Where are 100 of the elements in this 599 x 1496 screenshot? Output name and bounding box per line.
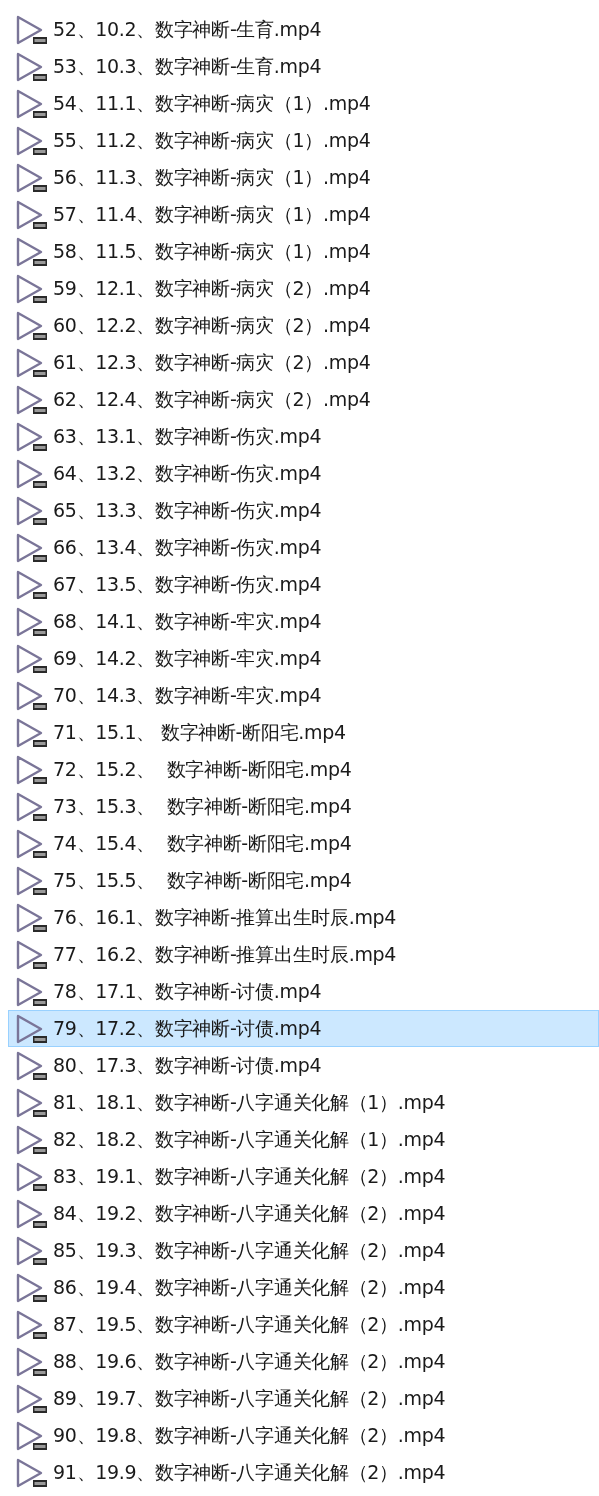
file-row[interactable]: 63、13.1、数字神断-伤灾.mp4 <box>8 418 599 455</box>
video-file-icon <box>15 1383 49 1414</box>
file-row[interactable]: 73、15.3、 数字神断-断阳宅.mp4 <box>8 788 599 825</box>
video-file-icon <box>15 1013 49 1044</box>
video-file-icon <box>15 939 49 970</box>
video-file-icon <box>15 1272 49 1303</box>
video-file-icon <box>15 976 49 1007</box>
file-row[interactable]: 87、19.5、数字神断-八字通关化解（2）.mp4 <box>8 1306 599 1343</box>
file-row[interactable]: 54、11.1、数字神断-病灾（1）.mp4 <box>8 85 599 122</box>
video-file-icon <box>15 384 49 415</box>
file-name: 82、18.2、数字神断-八字通关化解（1）.mp4 <box>53 1126 446 1152</box>
file-row[interactable]: 89、19.7、数字神断-八字通关化解（2）.mp4 <box>8 1380 599 1417</box>
video-file-icon <box>15 1346 49 1377</box>
video-file-icon <box>15 1087 49 1118</box>
video-file-icon <box>15 421 49 452</box>
file-name: 61、12.3、数字神断-病灾（2）.mp4 <box>53 349 371 375</box>
video-file-icon <box>15 1235 49 1266</box>
file-name: 52、10.2、数字神断-生育.mp4 <box>53 16 322 42</box>
file-row[interactable]: 86、19.4、数字神断-八字通关化解（2）.mp4 <box>8 1269 599 1306</box>
video-file-icon <box>15 162 49 193</box>
file-name: 56、11.3、数字神断-病灾（1）.mp4 <box>53 164 371 190</box>
file-row[interactable]: 78、17.1、数字神断-讨债.mp4 <box>8 973 599 1010</box>
file-name: 68、14.1、数字神断-牢灾.mp4 <box>53 608 322 634</box>
file-row[interactable]: 58、11.5、数字神断-病灾（1）.mp4 <box>8 233 599 270</box>
file-row[interactable]: 59、12.1、数字神断-病灾（2）.mp4 <box>8 270 599 307</box>
video-file-icon <box>15 51 49 82</box>
video-file-icon <box>15 1161 49 1192</box>
file-row[interactable]: 75、15.5、 数字神断-断阳宅.mp4 <box>8 862 599 899</box>
video-file-icon <box>15 310 49 341</box>
video-file-icon <box>15 199 49 230</box>
file-row[interactable]: 60、12.2、数字神断-病灾（2）.mp4 <box>8 307 599 344</box>
file-name: 76、16.1、数字神断-推算出生时辰.mp4 <box>53 904 397 930</box>
file-row[interactable]: 90、19.8、数字神断-八字通关化解（2）.mp4 <box>8 1417 599 1454</box>
file-row[interactable]: 55、11.2、数字神断-病灾（1）.mp4 <box>8 122 599 159</box>
file-name: 89、19.7、数字神断-八字通关化解（2）.mp4 <box>53 1385 446 1411</box>
file-name: 77、16.2、数字神断-推算出生时辰.mp4 <box>53 941 397 967</box>
video-file-icon <box>15 88 49 119</box>
file-name: 78、17.1、数字神断-讨债.mp4 <box>53 978 322 1004</box>
file-name: 84、19.2、数字神断-八字通关化解（2）.mp4 <box>53 1200 446 1226</box>
video-file-icon <box>15 643 49 674</box>
file-row[interactable]: 88、19.6、数字神断-八字通关化解（2）.mp4 <box>8 1343 599 1380</box>
video-file-icon <box>15 236 49 267</box>
file-row[interactable]: 80、17.3、数字神断-讨债.mp4 <box>8 1047 599 1084</box>
file-row[interactable]: 71、15.1、 数字神断-断阳宅.mp4 <box>8 714 599 751</box>
file-name: 87、19.5、数字神断-八字通关化解（2）.mp4 <box>53 1311 446 1337</box>
file-row[interactable]: 83、19.1、数字神断-八字通关化解（2）.mp4 <box>8 1158 599 1195</box>
file-row[interactable]: 79、17.2、数字神断-讨债.mp4 <box>8 1010 599 1047</box>
file-row[interactable]: 84、19.2、数字神断-八字通关化解（2）.mp4 <box>8 1195 599 1232</box>
file-name: 63、13.1、数字神断-伤灾.mp4 <box>53 423 322 449</box>
file-row[interactable]: 70、14.3、数字神断-牢灾.mp4 <box>8 677 599 714</box>
file-row[interactable]: 62、12.4、数字神断-病灾（2）.mp4 <box>8 381 599 418</box>
file-name: 85、19.3、数字神断-八字通关化解（2）.mp4 <box>53 1237 446 1263</box>
file-row[interactable]: 66、13.4、数字神断-伤灾.mp4 <box>8 529 599 566</box>
video-file-icon <box>15 606 49 637</box>
video-file-icon <box>15 347 49 378</box>
video-file-icon <box>15 902 49 933</box>
file-name: 62、12.4、数字神断-病灾（2）.mp4 <box>53 386 371 412</box>
file-row[interactable]: 52、10.2、数字神断-生育.mp4 <box>8 11 599 48</box>
file-name: 90、19.8、数字神断-八字通关化解（2）.mp4 <box>53 1422 446 1448</box>
file-name: 60、12.2、数字神断-病灾（2）.mp4 <box>53 312 371 338</box>
file-name: 91、19.9、数字神断-八字通关化解（2）.mp4 <box>53 1459 446 1485</box>
file-name: 66、13.4、数字神断-伤灾.mp4 <box>53 534 322 560</box>
video-file-icon <box>15 680 49 711</box>
video-file-icon <box>15 495 49 526</box>
video-file-icon <box>15 717 49 748</box>
video-file-icon <box>15 569 49 600</box>
file-name: 58、11.5、数字神断-病灾（1）.mp4 <box>53 238 371 264</box>
file-row[interactable]: 65、13.3、数字神断-伤灾.mp4 <box>8 492 599 529</box>
file-name: 79、17.2、数字神断-讨债.mp4 <box>53 1015 322 1041</box>
file-name: 72、15.2、 数字神断-断阳宅.mp4 <box>53 756 352 782</box>
file-row[interactable]: 81、18.1、数字神断-八字通关化解（1）.mp4 <box>8 1084 599 1121</box>
file-row[interactable]: 61、12.3、数字神断-病灾（2）.mp4 <box>8 344 599 381</box>
video-file-icon <box>15 1050 49 1081</box>
file-row[interactable]: 67、13.5、数字神断-伤灾.mp4 <box>8 566 599 603</box>
file-name: 67、13.5、数字神断-伤灾.mp4 <box>53 571 322 597</box>
file-row[interactable]: 82、18.2、数字神断-八字通关化解（1）.mp4 <box>8 1121 599 1158</box>
file-row[interactable]: 64、13.2、数字神断-伤灾.mp4 <box>8 455 599 492</box>
file-row[interactable]: 56、11.3、数字神断-病灾（1）.mp4 <box>8 159 599 196</box>
file-row[interactable]: 77、16.2、数字神断-推算出生时辰.mp4 <box>8 936 599 973</box>
file-name: 54、11.1、数字神断-病灾（1）.mp4 <box>53 90 371 116</box>
file-row[interactable]: 91、19.9、数字神断-八字通关化解（2）.mp4 <box>8 1454 599 1491</box>
file-name: 75、15.5、 数字神断-断阳宅.mp4 <box>53 867 352 893</box>
file-name: 88、19.6、数字神断-八字通关化解（2）.mp4 <box>53 1348 446 1374</box>
file-row[interactable]: 72、15.2、 数字神断-断阳宅.mp4 <box>8 751 599 788</box>
video-file-icon <box>15 828 49 859</box>
file-name: 80、17.3、数字神断-讨债.mp4 <box>53 1052 322 1078</box>
file-name: 53、10.3、数字神断-生育.mp4 <box>53 53 322 79</box>
file-row[interactable]: 69、14.2、数字神断-牢灾.mp4 <box>8 640 599 677</box>
file-row[interactable]: 53、10.3、数字神断-生育.mp4 <box>8 48 599 85</box>
file-row[interactable]: 76、16.1、数字神断-推算出生时辰.mp4 <box>8 899 599 936</box>
video-file-icon <box>15 14 49 45</box>
file-name: 65、13.3、数字神断-伤灾.mp4 <box>53 497 322 523</box>
file-row[interactable]: 85、19.3、数字神断-八字通关化解（2）.mp4 <box>8 1232 599 1269</box>
file-row[interactable]: 68、14.1、数字神断-牢灾.mp4 <box>8 603 599 640</box>
file-name: 59、12.1、数字神断-病灾（2）.mp4 <box>53 275 371 301</box>
file-name: 70、14.3、数字神断-牢灾.mp4 <box>53 682 322 708</box>
video-file-icon <box>15 1124 49 1155</box>
file-row[interactable]: 74、15.4、 数字神断-断阳宅.mp4 <box>8 825 599 862</box>
file-row[interactable]: 57、11.4、数字神断-病灾（1）.mp4 <box>8 196 599 233</box>
video-file-icon <box>15 1457 49 1488</box>
